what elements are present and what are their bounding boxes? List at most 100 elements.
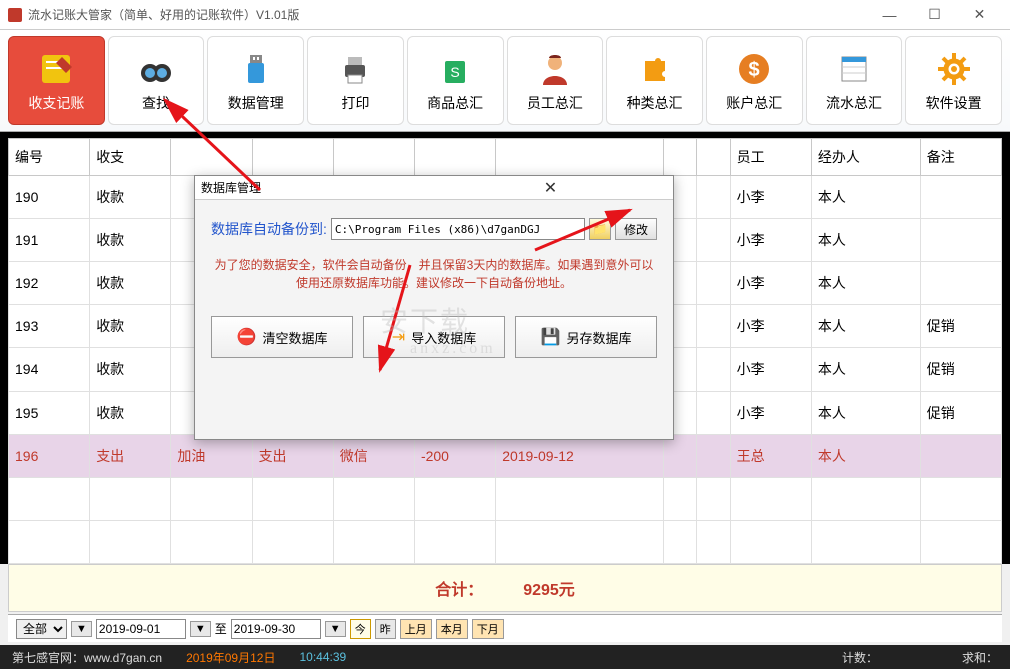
toolbar-dollar-button[interactable]: $账户总汇 bbox=[706, 36, 803, 125]
toolbar-gear-button[interactable]: 软件设置 bbox=[905, 36, 1002, 125]
toolbar-person-button[interactable]: 员工总汇 bbox=[507, 36, 604, 125]
bag-icon: S bbox=[433, 49, 477, 89]
yesterday-button[interactable]: 昨 bbox=[375, 619, 396, 639]
scope-select[interactable]: 全部 bbox=[16, 619, 67, 639]
binoc-icon bbox=[134, 49, 178, 89]
date-to-input[interactable] bbox=[231, 619, 321, 639]
cell: 收款 bbox=[90, 219, 171, 262]
cell: 本人 bbox=[811, 176, 920, 219]
total-value: 9295元 bbox=[523, 576, 575, 600]
svg-text:S: S bbox=[450, 64, 459, 80]
column-header[interactable]: 编号 bbox=[9, 139, 90, 176]
saveas-db-button[interactable]: 💾 另存数据库 bbox=[515, 316, 657, 358]
main-toolbar: 收支记账查找数据管理打印S商品总汇员工总汇种类总汇$账户总汇流水总汇软件设置 bbox=[0, 30, 1010, 132]
table-row[interactable]: 196支出加油支出微信-2002019-09-12王总本人 bbox=[9, 434, 1002, 477]
forbidden-icon: ⛔ bbox=[237, 327, 257, 347]
toolbar-usb-button[interactable]: 数据管理 bbox=[207, 36, 304, 125]
column-header[interactable] bbox=[697, 139, 730, 176]
close-button[interactable]: ✕ bbox=[957, 0, 1002, 30]
table-row-empty bbox=[9, 520, 1002, 563]
cell: 支出 bbox=[90, 434, 171, 477]
this-month-button[interactable]: 本月 bbox=[436, 619, 468, 639]
browse-folder-button[interactable]: 📁 bbox=[589, 218, 611, 240]
column-header[interactable]: 收支 bbox=[90, 139, 171, 176]
column-header[interactable] bbox=[414, 139, 495, 176]
cell: 190 bbox=[9, 176, 90, 219]
note-icon bbox=[34, 49, 78, 89]
db-manage-dialog: 数据库管理 ✕ 数据库自动备份到: 📁 修改 为了您的数据安全，软件会自动备份，… bbox=[194, 175, 674, 440]
cell: 小李 bbox=[730, 176, 811, 219]
today-button[interactable]: 今 bbox=[350, 619, 371, 639]
cell: 193 bbox=[9, 305, 90, 348]
app-icon bbox=[8, 8, 22, 22]
scope-down[interactable]: ▼ bbox=[71, 621, 92, 637]
site-url: www.d7gan.cn bbox=[84, 651, 162, 665]
cell: 加油 bbox=[171, 434, 252, 477]
status-date: 2019年09月12日 bbox=[186, 649, 275, 666]
backup-label: 数据库自动备份到: bbox=[211, 219, 327, 239]
cell bbox=[697, 219, 730, 262]
modify-button[interactable]: 修改 bbox=[615, 218, 657, 240]
site-label: 第七感官网： bbox=[12, 651, 84, 665]
svg-text:$: $ bbox=[749, 59, 760, 81]
cell: 收款 bbox=[90, 348, 171, 391]
cell bbox=[697, 176, 730, 219]
cell: 小李 bbox=[730, 391, 811, 434]
total-label: 合计： bbox=[435, 576, 483, 600]
import-icon: ⇥ bbox=[392, 327, 405, 347]
puzzle-icon bbox=[633, 49, 677, 89]
cell bbox=[697, 391, 730, 434]
column-header[interactable] bbox=[496, 139, 664, 176]
toolbar-note-button[interactable]: 收支记账 bbox=[8, 36, 105, 125]
toolbar-sheet-button[interactable]: 流水总汇 bbox=[806, 36, 903, 125]
cell bbox=[920, 219, 1001, 262]
count-label: 计数： bbox=[842, 649, 878, 666]
minimize-button[interactable]: — bbox=[867, 0, 912, 30]
cell: 191 bbox=[9, 219, 90, 262]
save-icon: 💾 bbox=[541, 327, 561, 347]
toolbar-bag-button[interactable]: S商品总汇 bbox=[407, 36, 504, 125]
table-row-empty bbox=[9, 477, 1002, 520]
backup-path-input[interactable] bbox=[331, 218, 585, 240]
warning-text: 为了您的数据安全，软件会自动备份，并且保留3天内的数据库。如果遇到意外可以使用还… bbox=[211, 256, 657, 292]
column-header[interactable] bbox=[663, 139, 696, 176]
toolbar-binoc-button[interactable]: 查找 bbox=[108, 36, 205, 125]
dialog-close-button[interactable]: ✕ bbox=[434, 178, 667, 198]
cell: 本人 bbox=[811, 348, 920, 391]
import-db-button[interactable]: ⇥ 导入数据库 bbox=[363, 316, 505, 358]
filter-bar: 全部 ▼ ▼ 至 ▼ 今 昨 上月 本月 下月 bbox=[8, 614, 1002, 642]
column-header[interactable]: 员工 bbox=[730, 139, 811, 176]
cell: 2019-09-12 bbox=[496, 434, 664, 477]
date-to-down[interactable]: ▼ bbox=[325, 621, 346, 637]
column-header[interactable] bbox=[252, 139, 333, 176]
cell: 194 bbox=[9, 348, 90, 391]
cell: -200 bbox=[414, 434, 495, 477]
date-from-down[interactable]: ▼ bbox=[190, 621, 211, 637]
next-month-button[interactable]: 下月 bbox=[472, 619, 504, 639]
cell: 促销 bbox=[920, 305, 1001, 348]
dollar-icon: $ bbox=[732, 49, 776, 89]
toolbar-puzzle-button[interactable]: 种类总汇 bbox=[606, 36, 703, 125]
column-header[interactable] bbox=[333, 139, 414, 176]
cell: 收款 bbox=[90, 391, 171, 434]
usb-icon bbox=[234, 49, 278, 89]
dialog-title: 数据库管理 bbox=[201, 179, 434, 196]
date-from-input[interactable] bbox=[96, 619, 186, 639]
cell bbox=[697, 305, 730, 348]
cell: 支出 bbox=[252, 434, 333, 477]
clear-db-button[interactable]: ⛔ 清空数据库 bbox=[211, 316, 353, 358]
column-header[interactable]: 备注 bbox=[920, 139, 1001, 176]
cell: 195 bbox=[9, 391, 90, 434]
toolbar-printer-button[interactable]: 打印 bbox=[307, 36, 404, 125]
cell: 本人 bbox=[811, 262, 920, 305]
column-header[interactable] bbox=[171, 139, 252, 176]
cell bbox=[920, 434, 1001, 477]
window-titlebar: 流水记账大管家（简单、好用的记账软件）V1.01版 — ☐ ✕ bbox=[0, 0, 1010, 30]
cell: 促销 bbox=[920, 348, 1001, 391]
column-header[interactable]: 经办人 bbox=[811, 139, 920, 176]
gear-icon bbox=[932, 49, 976, 89]
maximize-button[interactable]: ☐ bbox=[912, 0, 957, 30]
window-title: 流水记账大管家（简单、好用的记账软件）V1.01版 bbox=[28, 6, 867, 23]
sheet-icon bbox=[832, 49, 876, 89]
last-month-button[interactable]: 上月 bbox=[400, 619, 432, 639]
